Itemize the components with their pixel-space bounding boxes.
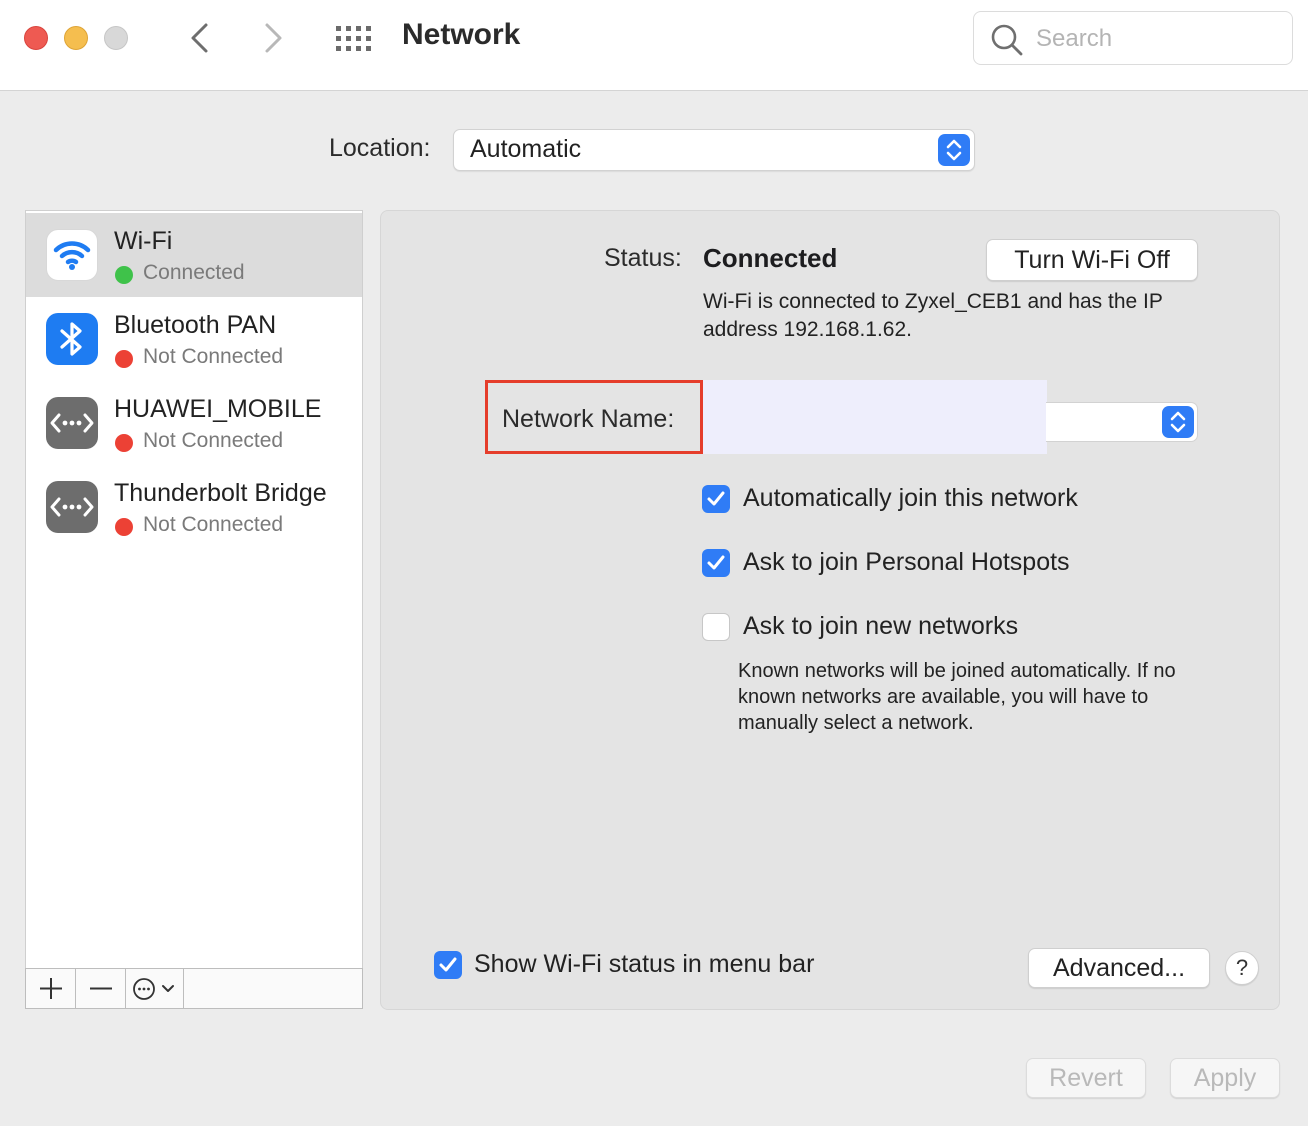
grid-icon[interactable] [336,26,372,52]
minus-icon[interactable] [76,969,126,1008]
service-name: Wi-Fi [114,227,173,255]
close-icon[interactable] [24,26,48,50]
service-status: Not Connected [143,429,284,452]
ellipsis-circle-icon[interactable] [126,969,184,1008]
service-list-toolbar [25,968,363,1009]
service-name: HUAWEI_MOBILE [114,395,322,423]
known-networks-note: Known networks will be joined automatica… [738,660,1176,734]
show-wifi-status-checkbox[interactable] [434,951,462,979]
status-label: Status: [604,244,682,272]
network-name-select[interactable] [1046,402,1198,442]
auto-join-label[interactable]: Automatically join this network [743,484,1078,513]
search-input[interactable] [1034,20,1278,58]
help-button[interactable]: ? [1225,951,1259,985]
location-label: Location: [329,134,431,162]
network-name-label: Network Name: [502,405,675,433]
minimize-icon[interactable] [64,26,88,50]
ethernet-icon [46,397,98,449]
window-title: Network [402,18,521,51]
apply-button[interactable]: Apply [1170,1058,1280,1098]
new-networks-label[interactable]: Ask to join new networks [743,612,1018,641]
chevron-right-icon[interactable] [256,20,292,56]
status-value: Connected [703,243,838,273]
show-wifi-status-label[interactable]: Show Wi-Fi status in menu bar [474,950,814,979]
auto-join-checkbox[interactable] [702,485,730,513]
title-bar: Network [0,0,1308,91]
service-list: Wi-Fi Connected Bluetooth PAN Not Connec… [25,210,363,970]
status-dot [115,434,133,452]
status-description: Wi-Fi is connected to Zyxel_CEB1 and has… [703,290,1163,341]
service-status: Not Connected [143,513,284,536]
service-name: Thunderbolt Bridge [114,479,327,507]
advanced-button[interactable]: Advanced... [1028,948,1210,988]
stepper-icon [938,134,970,166]
plus-icon[interactable] [26,969,76,1008]
status-dot [115,266,133,284]
location-value: Automatic [470,135,582,163]
service-item-thunderbolt-bridge[interactable]: Thunderbolt Bridge Not Connected [26,465,362,549]
new-networks-checkbox[interactable] [702,613,730,641]
personal-hotspots-checkbox[interactable] [702,549,730,577]
turn-wifi-off-button[interactable]: Turn Wi-Fi Off [986,239,1198,281]
service-status: Connected [143,261,245,284]
revert-button[interactable]: Revert [1026,1058,1146,1098]
service-item-huawei-mobile[interactable]: HUAWEI_MOBILE Not Connected [26,381,362,465]
ethernet-icon [46,481,98,533]
stepper-icon [1162,406,1194,438]
chevron-left-icon[interactable] [182,20,218,56]
personal-hotspots-label[interactable]: Ask to join Personal Hotspots [743,548,1070,577]
status-dot [115,350,133,368]
service-item-bluetooth-pan[interactable]: Bluetooth PAN Not Connected [26,297,362,381]
service-name: Bluetooth PAN [114,311,277,339]
network-name-field[interactable] [703,380,1047,454]
service-item-wifi[interactable]: Wi-Fi Connected [26,213,362,297]
wifi-icon [46,229,98,281]
search-icon [991,24,1023,56]
search-field[interactable] [973,11,1293,65]
status-dot [115,518,133,536]
location-select[interactable]: Automatic [453,129,975,171]
service-status: Not Connected [143,345,284,368]
zoom-icon[interactable] [104,26,128,50]
bluetooth-icon [46,313,98,365]
